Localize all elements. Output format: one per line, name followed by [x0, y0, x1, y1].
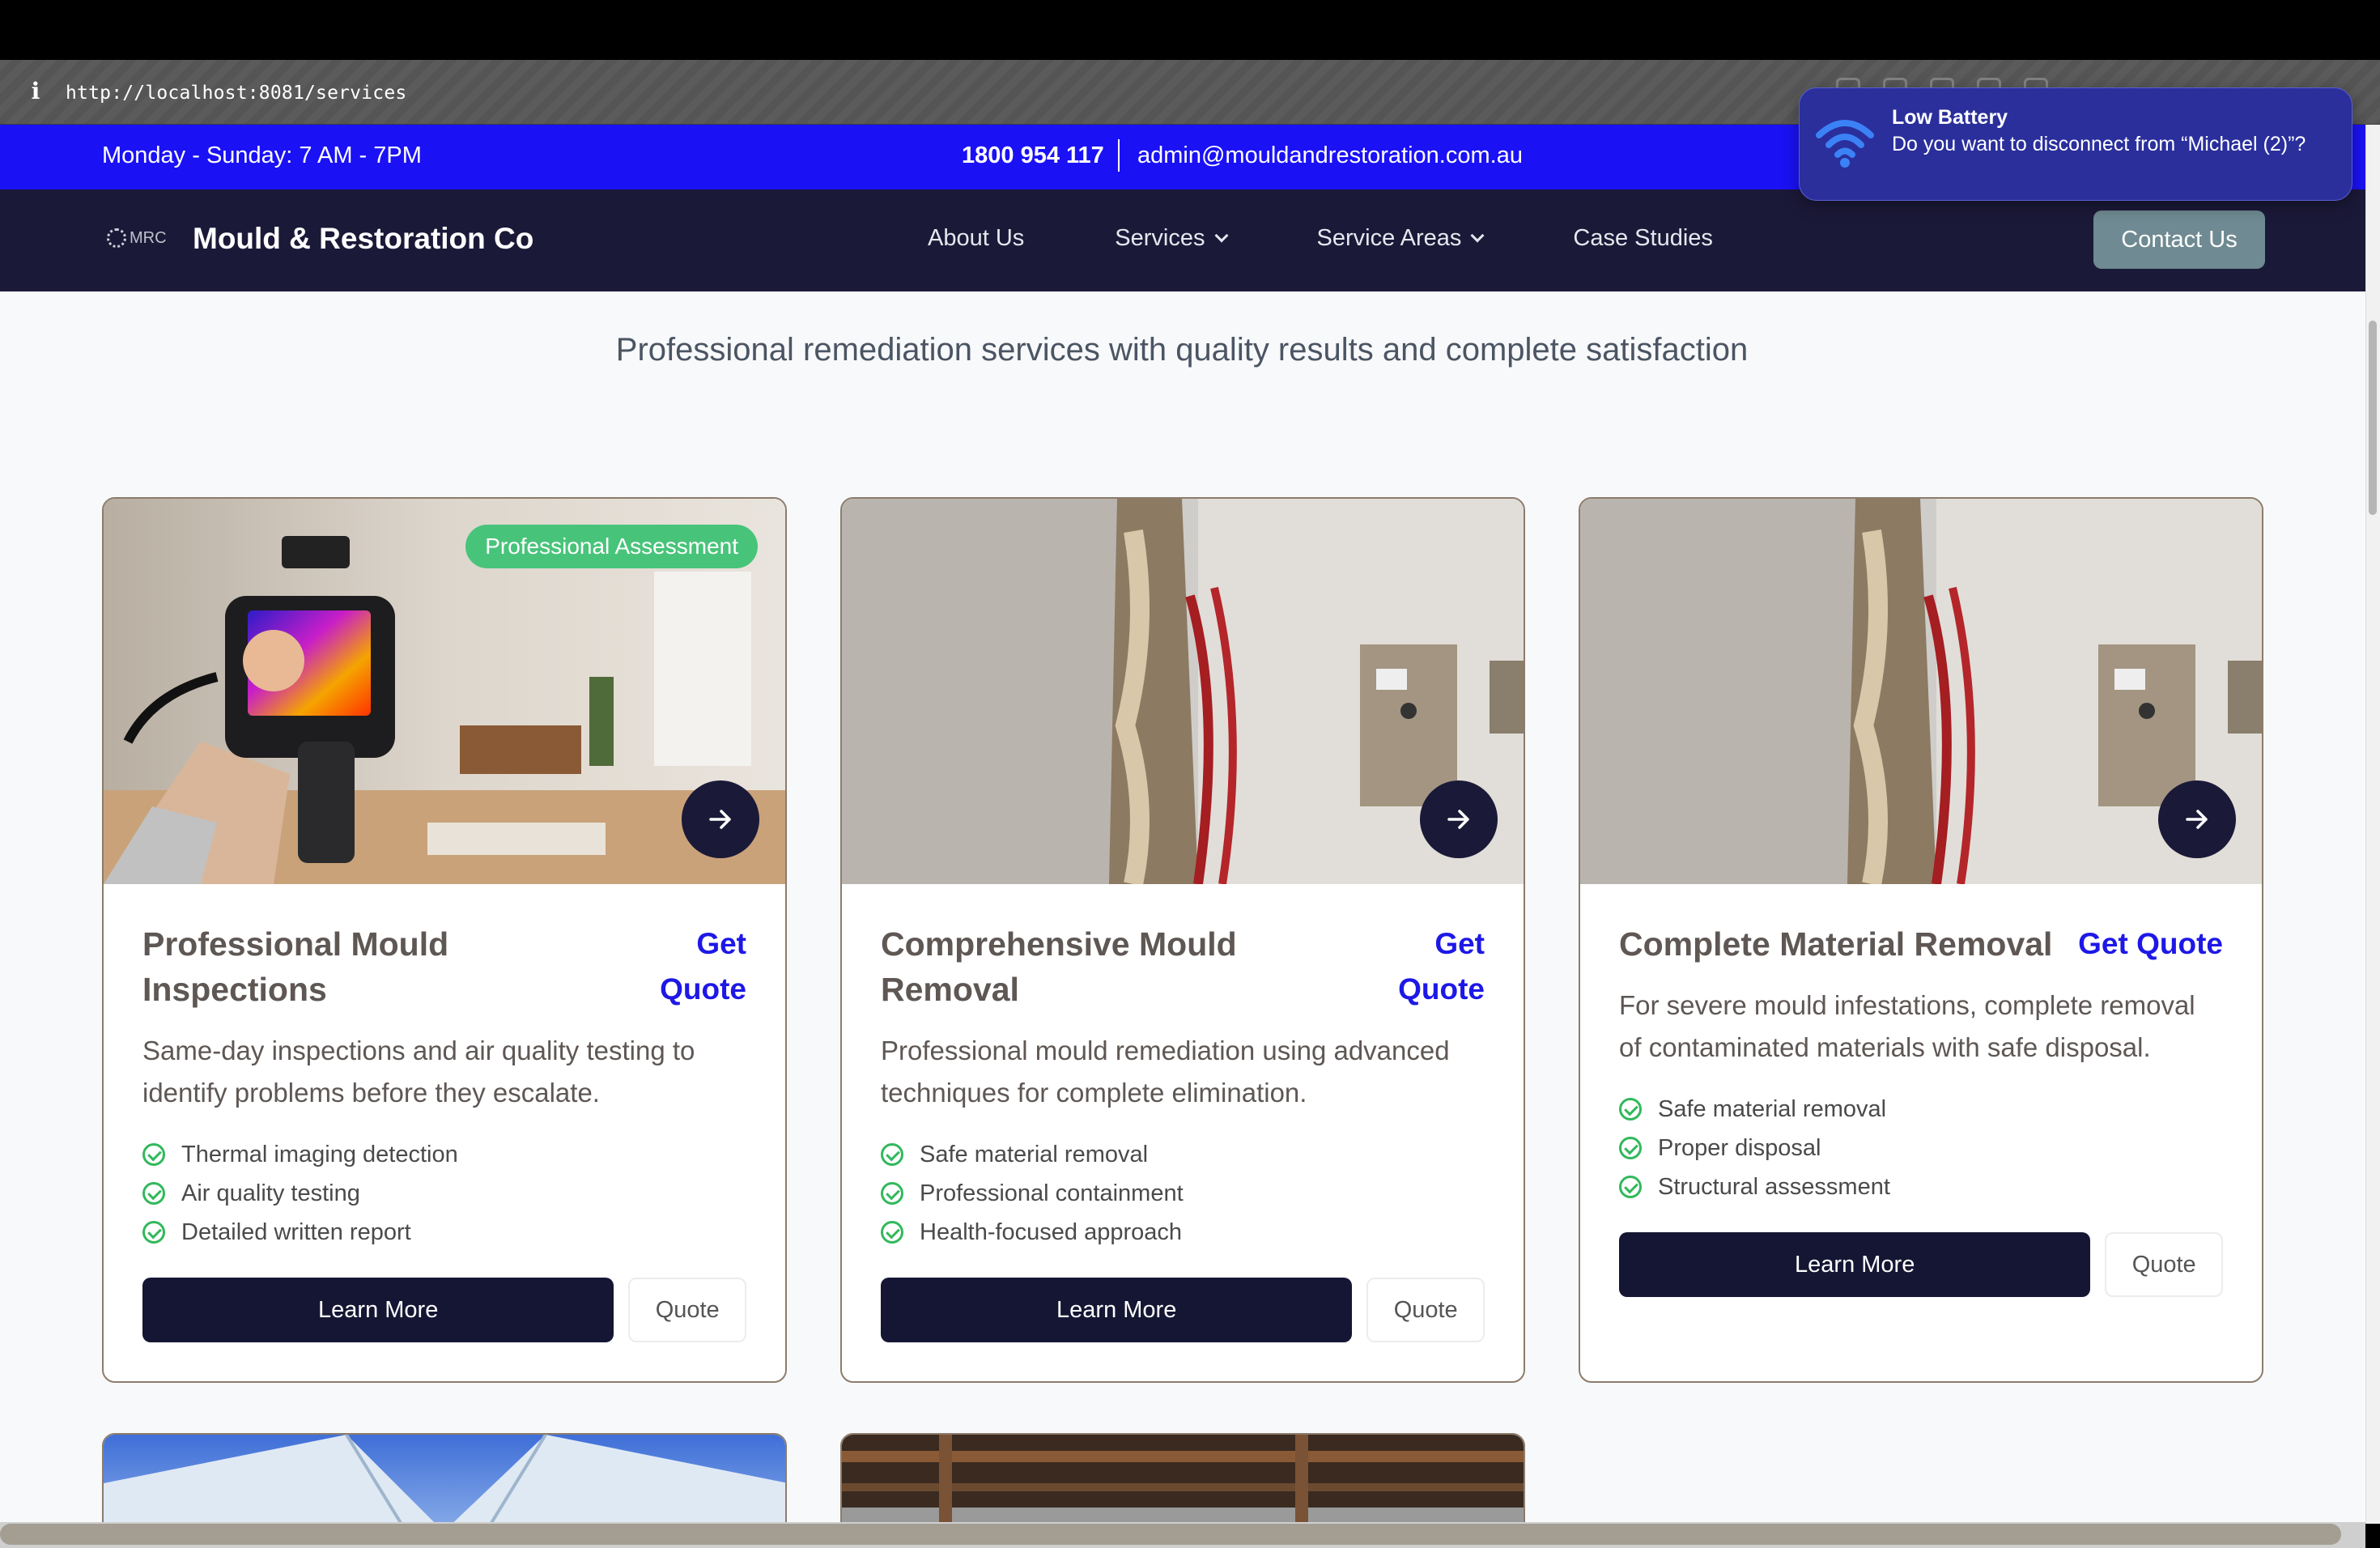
- card-title: Complete Material Removal: [1619, 925, 2053, 963]
- feature-item: Thermal imaging detection: [142, 1135, 746, 1174]
- feature-list: Thermal imaging detection Air quality te…: [142, 1135, 746, 1252]
- card-title: Professional Mould Inspections: [142, 925, 449, 1008]
- feature-label: Proper disposal: [1658, 1134, 1821, 1161]
- card-body: Professional Mould Inspections Get Quote…: [142, 921, 746, 1342]
- check-circle-icon: [881, 1143, 903, 1166]
- brand-name[interactable]: Mould & Restoration Co: [193, 222, 533, 256]
- card-description: Same-day inspections and air quality tes…: [142, 1036, 695, 1108]
- web-page: Monday - Sunday: 7 AM - 7PM 1800 954 117…: [0, 125, 2365, 1522]
- notification-body: Do you want to disconnect from “Michael …: [1892, 133, 2306, 155]
- feature-item: Detailed written report: [142, 1213, 746, 1252]
- service-card-partial[interactable]: [102, 1433, 787, 1522]
- contact-us-button[interactable]: Contact Us: [2093, 211, 2265, 269]
- service-image[interactable]: [1580, 499, 2262, 884]
- card-arrow-button[interactable]: [682, 780, 759, 858]
- card-body: Complete Material Removal Get Quote For …: [1619, 921, 2223, 1297]
- logo[interactable]: MRC: [107, 228, 167, 248]
- card-description: Professional mould remediation using adv…: [881, 1036, 1450, 1108]
- card-description: For severe mould infestations, complete …: [1619, 990, 2195, 1062]
- arrow-right-icon: [2186, 810, 2208, 829]
- chevron-down-icon: [1214, 228, 1228, 242]
- arrow-right-icon: [1447, 810, 1469, 829]
- check-circle-icon: [142, 1182, 165, 1205]
- card-title: Comprehensive Mould Removal: [881, 925, 1237, 1008]
- feature-item: Professional containment: [881, 1174, 1485, 1213]
- check-circle-icon: [1619, 1137, 1642, 1159]
- service-card: Comprehensive Mould Removal Get Quote Pr…: [840, 497, 1525, 1383]
- nav-case-studies[interactable]: Case Studies: [1573, 225, 1713, 252]
- get-quote-link[interactable]: Get Quote: [1355, 921, 1485, 1012]
- feature-label: Thermal imaging detection: [181, 1141, 458, 1167]
- feature-label: Health-focused approach: [920, 1218, 1183, 1245]
- business-hours: Monday - Sunday: 7 AM - 7PM: [102, 142, 422, 168]
- info-icon[interactable]: i: [28, 79, 44, 104]
- nav-services[interactable]: Services: [1115, 225, 1228, 252]
- phone-link[interactable]: 1800 954 117: [962, 142, 1104, 169]
- service-image[interactable]: [842, 499, 1524, 884]
- screen-top-bezel: [0, 0, 2380, 60]
- email-link[interactable]: admin@mouldandrestoration.com.au: [1137, 142, 1523, 169]
- card-arrow-button[interactable]: [1420, 780, 1498, 858]
- system-notification[interactable]: Low Battery Do you want to disconnect fr…: [1799, 87, 2352, 201]
- learn-more-button[interactable]: Learn More: [142, 1278, 614, 1342]
- feature-item: Safe material removal: [1619, 1090, 2223, 1129]
- vertical-scroll-thumb[interactable]: [2369, 321, 2377, 515]
- nav-label: Service Areas: [1316, 225, 1462, 251]
- check-circle-icon: [142, 1221, 165, 1244]
- nav-label: Services: [1115, 225, 1205, 251]
- feature-list: Safe material removal Proper disposal St…: [1619, 1090, 2223, 1206]
- quote-button[interactable]: Quote: [2105, 1232, 2223, 1297]
- feature-item: Proper disposal: [1619, 1129, 2223, 1167]
- feature-label: Safe material removal: [920, 1141, 1149, 1167]
- get-quote-link[interactable]: Get Quote: [617, 921, 746, 1012]
- card-arrow-button[interactable]: [2158, 780, 2236, 858]
- learn-more-button[interactable]: Learn More: [881, 1278, 1353, 1342]
- feature-item: Health-focused approach: [881, 1213, 1485, 1252]
- wifi-icon: [1816, 120, 1874, 168]
- chevron-down-icon: [1470, 228, 1485, 242]
- service-card: Professional Assessment Professional Mou…: [102, 497, 787, 1383]
- nav-label: Case Studies: [1573, 225, 1713, 251]
- feature-item: Structural assessment: [1619, 1167, 2223, 1206]
- feature-label: Structural assessment: [1658, 1173, 1890, 1200]
- service-card-partial[interactable]: [840, 1433, 1525, 1522]
- check-circle-icon: [881, 1221, 903, 1244]
- nav-service-areas[interactable]: Service Areas: [1316, 225, 1485, 252]
- url-field[interactable]: http://localhost:8081/services: [66, 83, 406, 104]
- card-body: Comprehensive Mould Removal Get Quote Pr…: [881, 921, 1485, 1342]
- service-card: Complete Material Removal Get Quote For …: [1579, 497, 2263, 1383]
- nav-links: About Us Services Service Areas Case Stu…: [928, 225, 1804, 252]
- quote-button[interactable]: Quote: [628, 1278, 746, 1342]
- feature-item: Air quality testing: [142, 1174, 746, 1213]
- main-nav: MRC Mould & Restoration Co About Us Serv…: [0, 189, 2365, 291]
- horizontal-scroll-thumb[interactable]: [0, 1524, 2341, 1545]
- divider: [1118, 139, 1120, 172]
- logo-text: MRC: [130, 228, 167, 247]
- get-quote-link[interactable]: Get Quote: [2061, 921, 2223, 967]
- nav-about-us[interactable]: About Us: [928, 225, 1024, 252]
- check-circle-icon: [142, 1143, 165, 1166]
- feature-label: Air quality testing: [181, 1180, 360, 1206]
- feature-label: Safe material removal: [1658, 1095, 1887, 1122]
- check-circle-icon: [1619, 1098, 1642, 1121]
- service-image[interactable]: Professional Assessment: [104, 499, 785, 884]
- learn-more-button[interactable]: Learn More: [1619, 1232, 2091, 1297]
- logo-ring-icon: [107, 228, 126, 248]
- feature-label: Detailed written report: [181, 1218, 411, 1245]
- check-circle-icon: [881, 1182, 903, 1205]
- section-subtitle: Professional remediation services with q…: [615, 332, 1749, 368]
- arrow-right-icon: [709, 810, 731, 829]
- feature-label: Professional containment: [920, 1180, 1184, 1206]
- feature-list: Safe material removal Professional conta…: [881, 1135, 1485, 1252]
- quote-button[interactable]: Quote: [1366, 1278, 1485, 1342]
- professional-assessment-badge: Professional Assessment: [465, 525, 758, 568]
- check-circle-icon: [1619, 1176, 1642, 1198]
- notification-title: Low Battery: [1892, 106, 2008, 129]
- nav-label: About Us: [928, 225, 1025, 251]
- feature-item: Safe material removal: [881, 1135, 1485, 1174]
